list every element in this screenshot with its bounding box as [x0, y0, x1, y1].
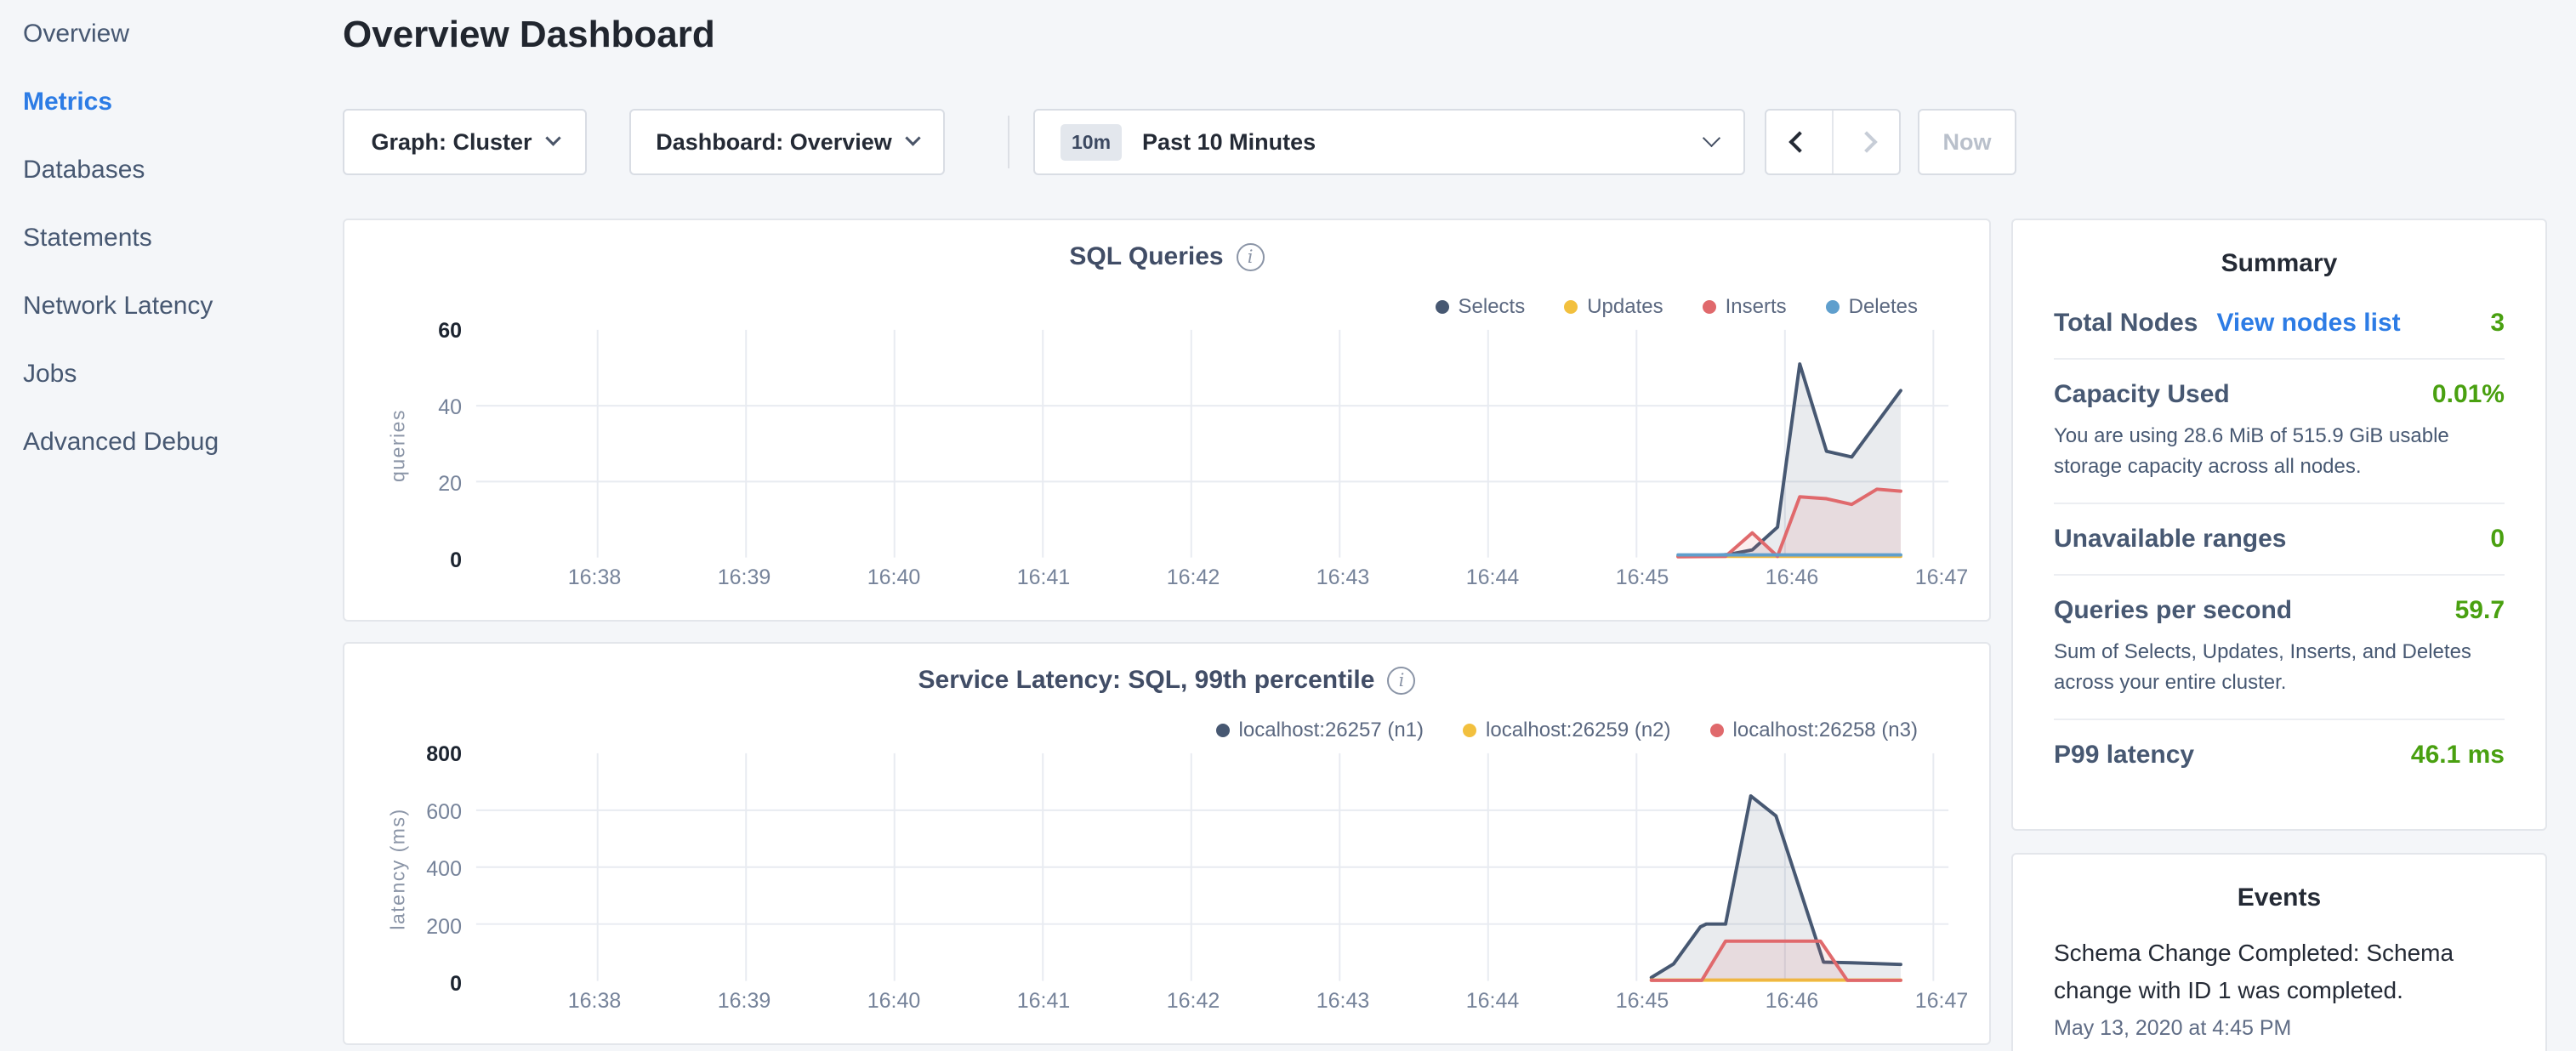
sidebar-item-databases[interactable]: Databases: [0, 136, 340, 204]
sidebar-item-advanced-debug[interactable]: Advanced Debug: [0, 408, 340, 476]
sql-queries-chart-card: SQL QueriesiSelectsUpdatesInsertsDeletes…: [343, 219, 1991, 622]
summary-panel: Summary Total Nodes View nodes list 3 Ca…: [2011, 219, 2547, 831]
capacity-used-label: Capacity Used: [2054, 380, 2230, 409]
sidebar-item-metrics[interactable]: Metrics: [0, 68, 340, 136]
summary-row-unavailable-ranges: Unavailable ranges 0: [2054, 503, 2505, 574]
summary-row-queries-per-second: Queries per second 59.7 Sum of Selects, …: [2054, 574, 2505, 719]
chevron-down-icon: [905, 130, 920, 145]
time-window-badge: 10m: [1061, 124, 1122, 161]
sidebar-item-overview[interactable]: Overview: [0, 0, 340, 68]
chevron-left-icon: [1788, 131, 1810, 152]
chevron-down-icon: [1703, 128, 1720, 146]
page-title: Overview Dashboard: [343, 14, 715, 56]
now-button[interactable]: Now: [1918, 109, 2016, 175]
event-timestamp: May 13, 2020 at 4:45 PM: [2054, 1016, 2505, 1041]
time-back-button[interactable]: [1766, 111, 1834, 173]
sidebar-item-statements[interactable]: Statements: [0, 204, 340, 272]
dashboard-dropdown[interactable]: Dashboard: Overview: [629, 109, 945, 175]
chevron-down-icon: [545, 130, 560, 145]
dashboard-dropdown-label: Dashboard: Overview: [656, 129, 892, 156]
summary-row-total-nodes: Total Nodes View nodes list 3: [2054, 288, 2505, 358]
time-window-selector[interactable]: 10m Past 10 Minutes: [1033, 109, 1745, 175]
sidebar-item-jobs[interactable]: Jobs: [0, 340, 340, 408]
summary-title: Summary: [2054, 249, 2505, 278]
service-latency-chart-card: Service Latency: SQL, 99th percentileilo…: [343, 642, 1991, 1045]
events-title: Events: [2054, 883, 2505, 912]
capacity-used-value: 0.01%: [2432, 380, 2505, 409]
p99-latency-value: 46.1 ms: [2411, 741, 2505, 770]
unavailable-ranges-value: 0: [2490, 525, 2505, 554]
events-panel: Events Schema Change Completed: Schema c…: [2011, 853, 2547, 1051]
sidebar-item-network-latency[interactable]: Network Latency: [0, 272, 340, 340]
capacity-used-description: You are using 28.6 MiB of 515.9 GiB usab…: [2054, 421, 2505, 482]
total-nodes-value: 3: [2490, 309, 2505, 338]
sidebar: Overview Metrics Databases Statements Ne…: [0, 0, 340, 476]
time-forward-button[interactable]: [1834, 111, 1899, 173]
service-latency-sql-99th-percentile-plot-area[interactable]: [344, 644, 1989, 1043]
view-nodes-list-link[interactable]: View nodes list: [2216, 309, 2400, 338]
app-root: Overview Metrics Databases Statements Ne…: [0, 0, 2576, 1051]
queries-per-second-label: Queries per second: [2054, 596, 2292, 625]
sql-queries-plot-area[interactable]: [344, 220, 1989, 620]
unavailable-ranges-label: Unavailable ranges: [2054, 525, 2286, 554]
queries-per-second-value: 59.7: [2455, 596, 2505, 625]
p99-latency-label: P99 latency: [2054, 741, 2194, 770]
now-button-label: Now: [1943, 129, 1992, 156]
summary-row-capacity-used: Capacity Used 0.01% You are using 28.6 M…: [2054, 358, 2505, 503]
toolbar-divider: [1008, 116, 1009, 168]
event-message[interactable]: Schema Change Completed: Schema change w…: [2054, 935, 2462, 1009]
time-window-label: Past 10 Minutes: [1142, 129, 1316, 156]
queries-per-second-description: Sum of Selects, Updates, Inserts, and De…: [2054, 637, 2505, 698]
time-nav-arrows: [1765, 109, 1901, 175]
summary-row-p99-latency: P99 latency 46.1 ms: [2054, 719, 2505, 790]
graph-dropdown[interactable]: Graph: Cluster: [343, 109, 587, 175]
chevron-right-icon: [1856, 131, 1877, 152]
total-nodes-label: Total Nodes: [2054, 309, 2198, 338]
graph-dropdown-label: Graph: Cluster: [371, 129, 532, 156]
